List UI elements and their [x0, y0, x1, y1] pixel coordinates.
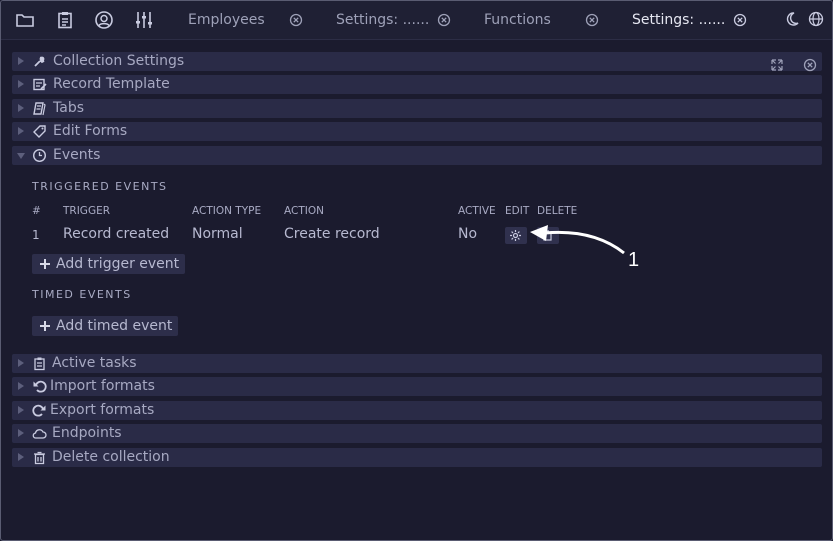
section-endpoints[interactable]: Endpoints — [12, 424, 822, 443]
caret-right-icon — [18, 382, 24, 390]
sliders-icon[interactable] — [134, 10, 154, 30]
annotation-number: 1 — [628, 249, 640, 271]
column-header: DELETE — [537, 205, 578, 217]
section-label: Record Template — [53, 76, 170, 92]
section-label: Export formats — [50, 402, 155, 418]
edit-button[interactable] — [505, 227, 527, 244]
caret-right-icon — [18, 453, 24, 461]
clipboard-icon — [32, 356, 47, 371]
row-number: 1 — [32, 228, 40, 242]
plus-icon — [38, 319, 52, 333]
clock-icon — [32, 148, 47, 163]
row-action-type: Normal — [192, 226, 243, 242]
row-action: Create record — [284, 226, 380, 242]
section-label: Active tasks — [52, 355, 137, 371]
button-label: Add trigger event — [56, 256, 180, 272]
section-label: Edit Forms — [53, 123, 128, 139]
timed-events-title: TIMED EVENTS — [32, 288, 132, 301]
account-icon[interactable] — [94, 10, 114, 30]
tab-label: Employees — [188, 12, 265, 28]
caret-right-icon — [18, 80, 24, 88]
column-header: EDIT — [505, 205, 530, 217]
expand-icon[interactable] — [770, 58, 784, 72]
section-active-tasks[interactable]: Active tasks — [12, 354, 822, 373]
tab-settings-2[interactable]: Settings: ...... — [615, 1, 763, 39]
documents-icon — [32, 101, 47, 116]
section-label: Import formats — [50, 378, 155, 394]
tab-label: Settings: ...... — [632, 12, 726, 28]
trash-icon — [543, 230, 552, 241]
section-label: Endpoints — [52, 425, 122, 441]
tab-employees[interactable]: Employees — [171, 1, 319, 39]
close-icon[interactable] — [733, 13, 747, 27]
folder-icon[interactable] — [15, 10, 35, 30]
close-icon[interactable] — [289, 13, 303, 27]
caret-right-icon — [18, 104, 24, 112]
caret-right-icon — [18, 429, 24, 437]
add-timed-event-button[interactable]: Add timed event — [32, 316, 179, 336]
column-header: ACTIVE — [458, 205, 496, 217]
moon-icon[interactable] — [784, 11, 800, 27]
globe-icon[interactable] — [808, 11, 824, 27]
section-label: Collection Settings — [53, 53, 185, 69]
redo-icon — [32, 403, 47, 418]
caret-right-icon — [18, 57, 24, 65]
note-icon — [32, 77, 47, 92]
section-label: Tabs — [53, 100, 84, 116]
clipboard-icon[interactable] — [55, 10, 75, 30]
top-bar: Employees Settings: ...... Functions Set… — [1, 1, 832, 40]
triggered-events-title: TRIGGERED EVENTS — [32, 180, 168, 193]
section-record-template[interactable]: Record Template — [12, 75, 822, 94]
tab-label: Settings: ...... — [336, 12, 430, 28]
tab-settings-1[interactable]: Settings: ...... — [319, 1, 467, 39]
add-trigger-event-button[interactable]: Add trigger event — [32, 254, 186, 274]
section-label: Delete collection — [52, 449, 170, 465]
column-header: ACTION — [284, 205, 324, 217]
caret-down-icon — [17, 153, 25, 159]
tab-label: Functions — [484, 12, 551, 28]
section-collection-settings[interactable]: Collection Settings — [12, 52, 822, 71]
tag-icon — [32, 124, 47, 139]
caret-right-icon — [18, 406, 24, 414]
close-icon[interactable] — [803, 58, 817, 72]
app-window: Employees Settings: ...... Functions Set… — [0, 0, 833, 541]
tab-functions[interactable]: Functions — [467, 1, 615, 39]
caret-right-icon — [18, 359, 24, 367]
section-edit-forms[interactable]: Edit Forms — [12, 122, 822, 141]
section-delete-collection[interactable]: Delete collection — [12, 448, 822, 467]
caret-right-icon — [18, 127, 24, 135]
section-tabs[interactable]: Tabs — [12, 99, 822, 118]
column-header: ACTION TYPE — [192, 205, 262, 217]
undo-icon — [32, 379, 47, 394]
delete-button[interactable] — [537, 227, 559, 244]
close-icon[interactable] — [437, 13, 451, 27]
cloud-icon — [32, 426, 47, 441]
trash-icon — [32, 450, 47, 465]
wrench-icon — [32, 54, 47, 69]
close-icon[interactable] — [585, 13, 599, 27]
plus-icon — [38, 257, 52, 271]
gear-icon — [510, 230, 521, 241]
column-header: TRIGGER — [63, 205, 111, 217]
section-import-formats[interactable]: Import formats — [12, 377, 822, 396]
section-label: Events — [53, 147, 101, 163]
row-active: No — [458, 226, 478, 242]
section-export-formats[interactable]: Export formats — [12, 401, 822, 420]
button-label: Add timed event — [56, 318, 173, 334]
row-trigger: Record created — [63, 226, 170, 242]
column-header: # — [32, 205, 41, 217]
section-events[interactable]: Events — [12, 146, 822, 165]
